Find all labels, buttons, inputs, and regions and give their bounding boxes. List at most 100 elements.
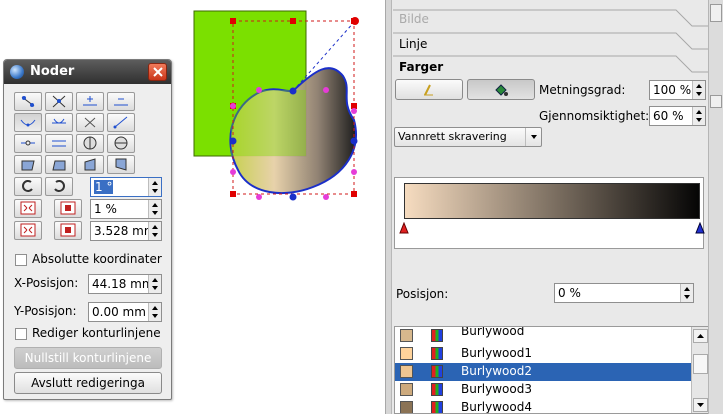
noder-palette: Noder 1 ° 1 % 3.528 mm Absolutte koordin… [3,59,172,400]
color-swatch [400,401,413,413]
position-stepper[interactable] [680,284,693,302]
close-path-button[interactable] [107,113,135,132]
split-path-button[interactable] [14,134,42,153]
gradient-type-value: Vannrett skravering [398,130,507,143]
rotate-left-button[interactable] [14,177,42,196]
opacity-stepper[interactable] [692,107,705,125]
position-field[interactable]: 0 % [554,283,694,303]
rotate-cw-icon [54,180,65,192]
enlarge-unit-button[interactable] [14,221,42,240]
chevron-down-icon [525,128,541,146]
x-position-label: X-Posisjon: [14,276,79,290]
finish-editing-button[interactable]: Avslutt redigeringa [14,372,162,394]
x-position-field[interactable]: 44.18 mm [88,274,162,294]
y-position-stepper[interactable] [148,303,161,321]
rgb-icon [431,401,443,413]
rotate-right-button[interactable] [45,177,73,196]
list-scrollbar[interactable] [691,327,709,413]
section-bilde[interactable]: Bilde [399,12,429,26]
position-value: 0 % [558,286,581,300]
list-item[interactable]: Burlywood1 [395,345,691,363]
gradient-editor[interactable] [394,177,705,249]
join-icon [52,140,66,147]
fill-color-button[interactable] [467,79,535,100]
edit-contour-checkbox[interactable] [15,328,27,340]
y-position-field[interactable]: 0.00 mm [88,302,162,322]
scale-percent-value: 1 % [94,202,117,216]
rotate-angle-stepper[interactable] [148,178,161,196]
list-item[interactable]: Burlywood2 [395,363,691,381]
color-name: Burlywood [461,326,525,338]
section-farger[interactable]: Farger [399,60,443,74]
scale-unit-stepper[interactable] [148,222,161,240]
move-nodes-button[interactable] [14,92,42,111]
panel-scrollbar[interactable] [708,0,723,414]
split-icon [21,140,35,146]
list-item[interactable]: Burlywood4 [395,399,691,413]
scroll-thumb[interactable] [693,354,708,374]
open-path-button[interactable] [76,113,104,132]
scroll-up-button[interactable] [693,329,708,343]
rotate-ccw-icon [22,180,33,192]
green-rect-overlay [231,90,306,156]
curve-icon [20,119,36,127]
delete-node-button[interactable] [107,92,135,111]
enlarge-button[interactable] [14,199,42,218]
opacity-field[interactable]: 60 % [649,106,706,126]
absolute-coords-checkbox[interactable] [15,254,27,266]
rgb-icon [431,383,443,396]
symmetric-button[interactable] [45,113,73,132]
line-color-button[interactable] [395,79,463,100]
shear-up-button[interactable] [76,155,104,174]
x-position-stepper[interactable] [148,275,161,293]
edit-contour-label: Rediger konturlinjene [32,326,161,340]
y-position-label: Y-Posisjon: [14,304,77,318]
color-list[interactable]: Burlywood Burlywood1 Burlywood2 Burlywoo… [394,326,710,414]
arrow-up-icon [697,334,704,338]
saturation-field[interactable]: 100 % [649,80,706,100]
move-control-points-button[interactable] [45,92,73,111]
canvas-drawing[interactable] [185,5,375,215]
saturation-label: Metningsgrad: [539,83,626,97]
position-label: Posisjon: [396,287,449,301]
shear-down-button[interactable] [107,155,135,174]
gradient-stop-end[interactable] [695,222,705,234]
mirror-v-button[interactable] [107,134,135,153]
list-item[interactable]: Burlywood [395,327,691,345]
scale-unit-field[interactable]: 3.528 mm [90,221,162,241]
section-linje[interactable]: Linje [399,37,427,51]
shear-left-button[interactable] [14,155,42,174]
symmetric-icon [52,118,66,124]
scale-percent-field[interactable]: 1 % [90,199,162,219]
x-position-value: 44.18 mm [92,277,150,291]
color-name: Burlywood2 [461,364,532,378]
arrow-down-icon [697,403,704,407]
shrink-button[interactable] [54,199,82,218]
panel-scroll-thumb[interactable] [710,4,722,22]
enlarge-icon [20,201,36,215]
panel-scroll-up[interactable] [710,95,722,108]
join-path-button[interactable] [45,134,73,153]
scroll-down-button[interactable] [693,398,708,412]
gradient-preview[interactable] [404,183,700,219]
shrink-unit-button[interactable] [54,221,82,240]
noder-titlebar[interactable]: Noder [4,60,171,84]
reset-control-points-button[interactable] [14,113,42,132]
close-button[interactable] [148,63,167,81]
scale-percent-stepper[interactable] [148,200,161,218]
delete-node-icon [114,98,128,106]
gradient-stop-start[interactable] [399,222,409,234]
color-swatch [400,329,413,342]
reset-contour-button[interactable]: Nullstill konturlinjene [14,347,162,369]
color-swatch [400,347,413,360]
add-node-button[interactable] [76,92,104,111]
shear-right-button[interactable] [45,155,73,174]
gradient-type-select[interactable]: Vannrett skravering [394,127,542,147]
panel-splitter[interactable] [386,0,392,414]
saturation-stepper[interactable] [692,81,705,99]
rotate-angle-field[interactable]: 1 ° [90,177,162,197]
rgb-icon [431,365,443,378]
mirror-h-button[interactable] [76,134,104,153]
open-path-icon [84,117,96,128]
list-item[interactable]: Burlywood3 [395,381,691,399]
